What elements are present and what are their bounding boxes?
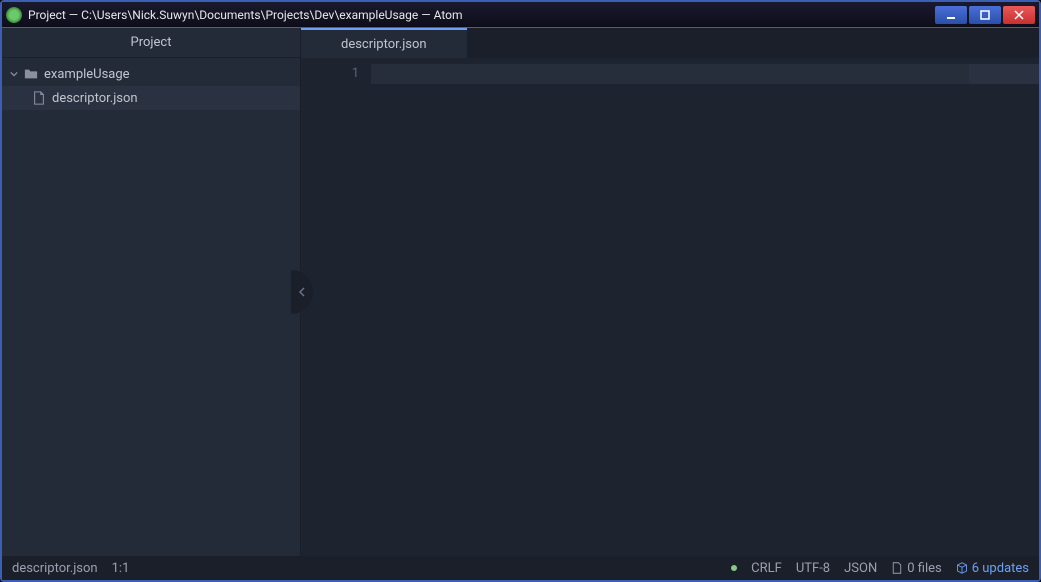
- maximize-button[interactable]: [969, 6, 1001, 24]
- sidebar-header: Project: [2, 28, 300, 58]
- status-cursor-position[interactable]: 1:1: [112, 561, 130, 576]
- package-icon: [956, 562, 968, 574]
- tree-folder-root[interactable]: exampleUsage: [2, 62, 300, 86]
- window-frame: Project — C:\Users\Nick.Suwyn\Documents\…: [0, 0, 1041, 582]
- tree-folder-label: exampleUsage: [44, 67, 130, 82]
- status-updates[interactable]: 6 updates: [956, 561, 1029, 576]
- editor-content: 1: [301, 58, 1039, 556]
- app-body: Project exampleUsage descriptor.json: [2, 28, 1039, 556]
- minimize-button[interactable]: [935, 6, 967, 24]
- tree-file-label: descriptor.json: [52, 91, 138, 106]
- status-bar: descriptor.json 1:1 CRLF UTF-8 JSON 0 fi…: [2, 556, 1039, 580]
- window-controls: [935, 6, 1035, 24]
- status-language[interactable]: JSON: [844, 561, 877, 576]
- status-line-ending[interactable]: CRLF: [751, 561, 782, 576]
- tab-label: descriptor.json: [341, 37, 427, 52]
- status-files-label: 0 files: [907, 561, 942, 576]
- file-tree: exampleUsage descriptor.json: [2, 58, 300, 556]
- status-updates-label: 6 updates: [972, 561, 1029, 576]
- code-area[interactable]: [371, 58, 969, 556]
- status-files[interactable]: 0 files: [891, 561, 942, 576]
- status-git-indicator[interactable]: [731, 565, 737, 571]
- chevron-down-icon: [10, 67, 20, 82]
- project-sidebar: Project exampleUsage descriptor.json: [2, 28, 301, 556]
- tree-file-item[interactable]: descriptor.json: [2, 86, 300, 110]
- window-title: Project — C:\Users\Nick.Suwyn\Documents\…: [28, 8, 935, 22]
- atom-app-icon: [6, 7, 22, 23]
- tab-active[interactable]: descriptor.json: [301, 28, 467, 58]
- status-dot-icon: [731, 565, 737, 571]
- tab-bar: descriptor.json: [301, 28, 1039, 58]
- folder-icon: [24, 67, 38, 81]
- file-icon: [32, 91, 46, 105]
- gutter: 1: [301, 58, 371, 556]
- status-encoding[interactable]: UTF-8: [796, 561, 830, 576]
- titlebar[interactable]: Project — C:\Users\Nick.Suwyn\Documents\…: [2, 2, 1039, 28]
- minimap[interactable]: [969, 58, 1039, 556]
- status-filename[interactable]: descriptor.json: [12, 561, 98, 576]
- code-line-active: [371, 64, 969, 84]
- close-button[interactable]: [1003, 6, 1035, 24]
- editor-area: descriptor.json 1: [301, 28, 1039, 556]
- file-count-icon: [891, 562, 903, 574]
- minimap-viewport: [969, 64, 1039, 84]
- line-number: 1: [301, 64, 359, 84]
